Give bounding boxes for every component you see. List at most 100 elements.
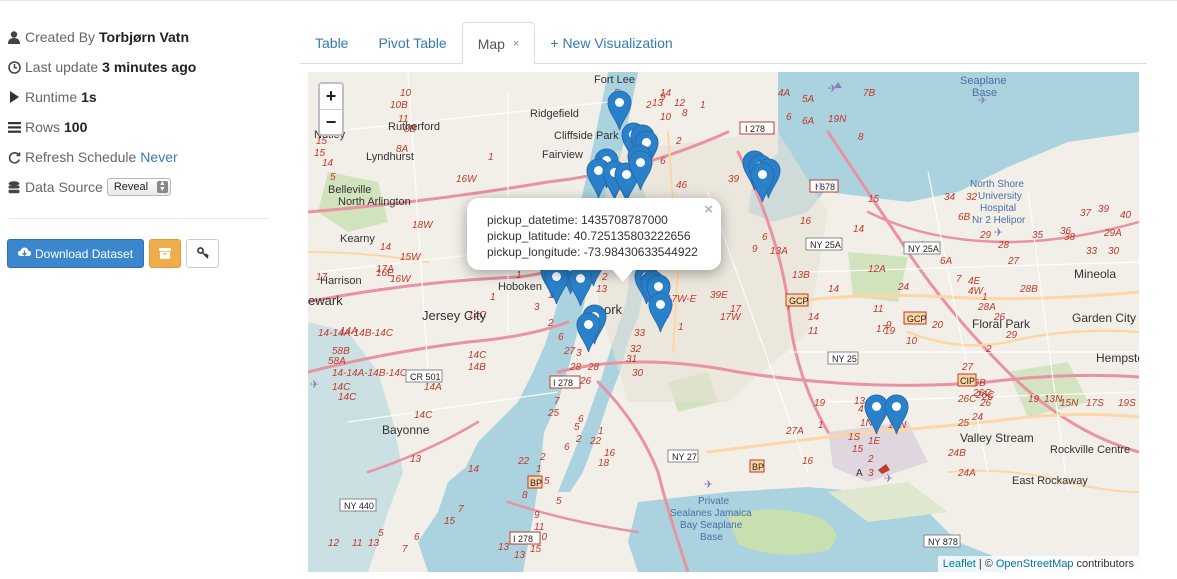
svg-text:14B: 14B (468, 362, 486, 373)
cloud-download-icon (18, 247, 31, 261)
svg-text:17S: 17S (1086, 398, 1104, 409)
svg-text:6: 6 (414, 532, 420, 543)
created-by-value: Torbjørn Vatn (99, 29, 190, 45)
osm-link[interactable]: OpenStreetMap (996, 558, 1074, 570)
popup-datetime: pickup_datetime: 1435708787000 (487, 213, 668, 227)
zoom-in-button[interactable]: + (320, 84, 342, 109)
tab-table[interactable]: Table (300, 22, 363, 64)
popup-close-icon[interactable]: × (704, 202, 713, 218)
svg-text:North Shore: North Shore (970, 179, 1024, 190)
svg-text:✈: ✈ (310, 378, 319, 391)
svg-text:NY 440: NY 440 (344, 501, 374, 511)
svg-text:19: 19 (884, 326, 896, 337)
map-marker-icon[interactable] (568, 266, 593, 307)
tab-new-visualization[interactable]: + New Visualization (535, 22, 687, 64)
svg-text:33: 33 (1086, 246, 1098, 257)
map-marker-icon[interactable] (576, 312, 601, 353)
svg-text:1: 1 (678, 322, 684, 333)
svg-text:University: University (978, 191, 1022, 202)
last-update-value: 3 minutes ago (102, 59, 197, 75)
svg-text:1S: 1S (848, 432, 861, 443)
svg-text:Rockville Centre: Rockville Centre (1050, 444, 1130, 456)
svg-text:Cliffside Park: Cliffside Park (554, 130, 619, 142)
svg-text:14C: 14C (338, 392, 357, 403)
svg-text:1: 1 (516, 270, 522, 281)
zoom-out-button[interactable]: − (320, 109, 342, 134)
svg-text:14: 14 (853, 224, 865, 235)
visualization-tabs: Table Pivot Table Map × + New Visualizati… (300, 22, 1147, 65)
svg-text:16: 16 (800, 216, 812, 227)
svg-text:14: 14 (828, 284, 840, 295)
svg-text:Kearny: Kearny (340, 233, 375, 245)
svg-text:I 278: I 278 (745, 124, 765, 134)
svg-text:2: 2 (575, 434, 582, 445)
refresh-icon (7, 150, 21, 164)
svg-text:CR 501: CR 501 (410, 372, 441, 382)
svg-text:35: 35 (1032, 230, 1044, 241)
svg-text:BP: BP (752, 462, 764, 472)
map-marker-icon[interactable] (750, 162, 775, 203)
svg-text:4A: 4A (778, 88, 791, 99)
svg-text:33: 33 (634, 328, 646, 339)
svg-text:27: 27 (563, 346, 576, 357)
sidebar-divider (7, 218, 269, 219)
svg-text:32: 32 (966, 192, 978, 203)
svg-text:✈: ✈ (816, 180, 825, 193)
svg-text:Belleville: Belleville (328, 184, 371, 196)
svg-text:15: 15 (868, 194, 880, 205)
svg-text:✈: ✈ (978, 94, 987, 107)
svg-text:58A: 58A (328, 356, 346, 367)
svg-text:Fairview: Fairview (542, 149, 583, 161)
map-tiles[interactable]: 4A5A7B 66A19N 81514 12A1411 91034 6B46A … (308, 72, 1139, 572)
svg-text:10: 10 (400, 88, 412, 99)
svg-text:13: 13 (514, 550, 526, 561)
svg-text:16: 16 (802, 456, 814, 467)
svg-text:A: A (856, 468, 863, 479)
leaflet-link[interactable]: Leaflet (943, 558, 976, 570)
svg-text:34: 34 (944, 192, 956, 203)
svg-text:46: 46 (676, 180, 688, 191)
top-border (0, 0, 1177, 3)
svg-text:39E: 39E (710, 290, 728, 301)
svg-text:2: 2 (867, 454, 874, 465)
svg-text:10: 10 (906, 336, 918, 347)
play-icon (7, 90, 21, 104)
svg-text:GCP: GCP (907, 314, 927, 324)
svg-text:GCP: GCP (789, 296, 809, 306)
svg-text:27: 27 (1007, 256, 1020, 267)
svg-text:29A: 29A (1103, 228, 1122, 239)
svg-text:15: 15 (444, 516, 456, 527)
svg-text:6A: 6A (802, 116, 815, 127)
svg-text:1: 1 (818, 420, 824, 431)
map-marker-icon[interactable] (884, 394, 909, 435)
map-view[interactable]: 4A5A7B 66A19N 81514 12A1411 91034 6B46A … (308, 72, 1139, 572)
svg-text:14: 14 (322, 158, 334, 169)
rows-row: Rows 100 (7, 112, 272, 142)
archive-button[interactable] (149, 239, 182, 268)
attribution-separator: | © (978, 558, 993, 570)
tab-close-icon[interactable]: × (513, 38, 519, 50)
tab-map[interactable]: Map × (461, 22, 536, 65)
svg-text:8: 8 (682, 108, 688, 119)
svg-text:13: 13 (498, 542, 510, 553)
svg-text:32: 32 (630, 344, 642, 355)
download-dataset-button[interactable]: Download Dataset (7, 239, 145, 268)
svg-text:5: 5 (574, 422, 580, 433)
archive-icon (159, 246, 172, 262)
svg-text:11: 11 (352, 538, 362, 549)
user-icon (7, 30, 21, 44)
svg-text:13A: 13A (770, 246, 788, 257)
download-dataset-label: Download Dataset (35, 246, 134, 261)
map-marker-icon[interactable] (648, 292, 673, 333)
svg-text:29: 29 (979, 230, 992, 241)
svg-text:3: 3 (534, 302, 540, 313)
map-marker-icon[interactable] (628, 150, 653, 191)
svg-text:CIP: CIP (960, 376, 975, 386)
api-key-button[interactable] (186, 239, 220, 268)
tab-pivot-table[interactable]: Pivot Table (363, 22, 461, 64)
data-source-select[interactable]: Reveal ▲ ▼ (106, 178, 171, 196)
rows-value: 100 (64, 119, 88, 135)
map-marker-icon[interactable] (544, 264, 569, 305)
svg-text:19N: 19N (828, 114, 847, 125)
refresh-schedule-link[interactable]: Never (140, 149, 177, 165)
